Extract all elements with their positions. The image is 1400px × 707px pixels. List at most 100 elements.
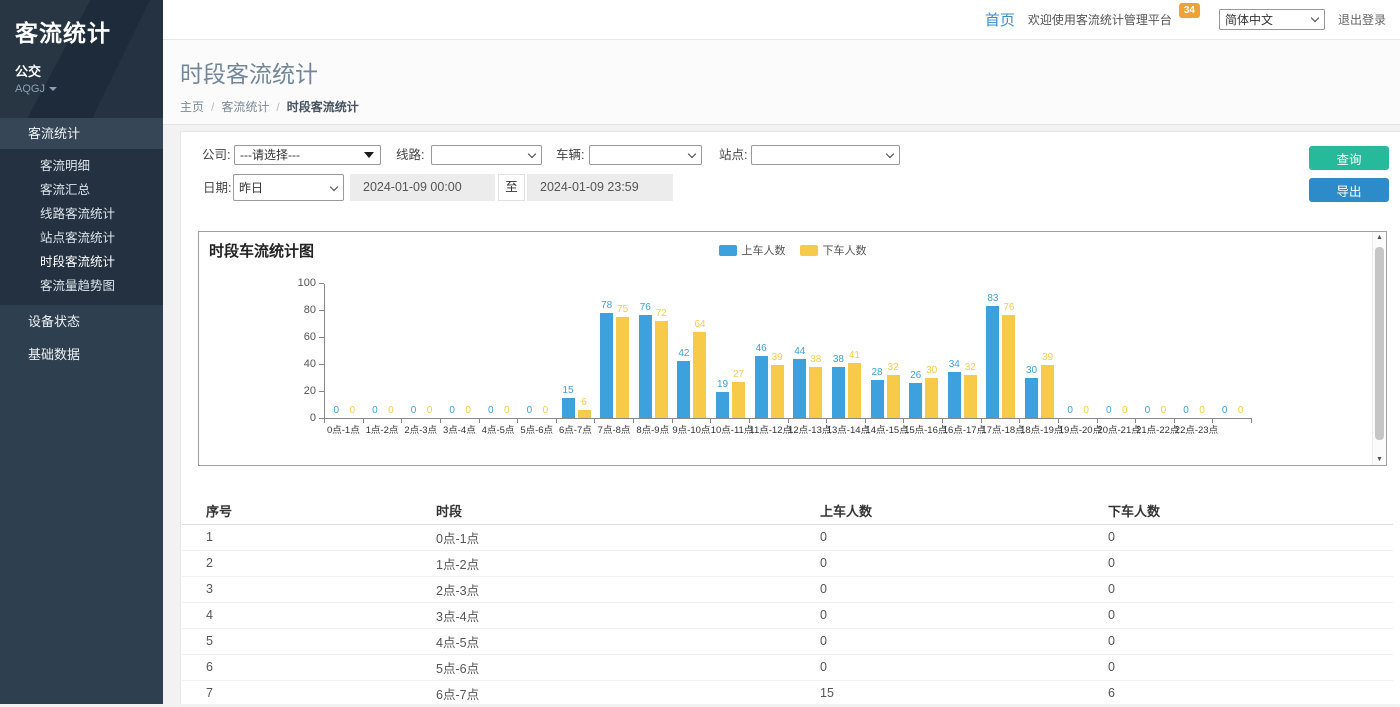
scroll-down-arrow-icon[interactable]: ▼ xyxy=(1373,456,1386,463)
table-cell: 7 xyxy=(182,680,436,706)
x-tick-label: 14点-15点 xyxy=(865,425,904,436)
bar-value-label: 0 xyxy=(1161,405,1167,416)
bar xyxy=(793,359,806,418)
bar-value-label: 0 xyxy=(1145,405,1151,416)
bar-value-label: 15 xyxy=(563,385,574,396)
x-tick-mark xyxy=(866,419,905,423)
bar xyxy=(1041,365,1054,418)
sidebar-item-line-stats[interactable]: 线路客流统计 xyxy=(0,202,163,226)
x-tick-label: 12点-13点 xyxy=(788,425,827,436)
date-range-select[interactable]: 昨日 xyxy=(233,174,344,201)
x-tick-label: 18点-19点 xyxy=(1020,425,1059,436)
home-link[interactable]: 首页 xyxy=(985,9,1015,30)
bar-column: 30 xyxy=(925,365,938,419)
y-tick-mark xyxy=(319,418,324,419)
x-tick-label: 4点-5点 xyxy=(479,425,518,436)
bar-column: 0 xyxy=(1157,405,1170,418)
table-cell: 6点-7点 xyxy=(436,680,820,706)
x-tick-mark xyxy=(827,419,866,423)
station-select[interactable] xyxy=(751,145,900,165)
bar-column: 38 xyxy=(832,354,845,418)
sidebar-item-passenger-detail[interactable]: 客流明细 xyxy=(0,154,163,178)
table-cell: 1点-2点 xyxy=(436,550,820,576)
bar xyxy=(986,306,999,418)
sidebar-item-period-stats[interactable]: 时段客流统计 xyxy=(0,250,163,274)
bar-column: 72 xyxy=(655,308,668,418)
sidebar-item-basic-data[interactable]: 基础数据 xyxy=(0,338,163,371)
line-select[interactable] xyxy=(431,145,542,165)
scroll-up-arrow-icon[interactable]: ▲ xyxy=(1373,234,1386,241)
bar-value-label: 0 xyxy=(350,405,356,416)
table-cell: 1 xyxy=(182,524,436,550)
bar xyxy=(716,392,729,418)
bar xyxy=(616,317,629,418)
bar xyxy=(848,363,861,418)
sidebar-item-station-stats[interactable]: 站点客流统计 xyxy=(0,226,163,250)
table-row: 32点-3点00 xyxy=(182,576,1393,602)
bar-column: 0 xyxy=(423,405,436,418)
scrollbar-thumb[interactable] xyxy=(1375,247,1384,440)
bar-column: 19 xyxy=(716,379,729,418)
x-tick-mark xyxy=(480,419,519,423)
date-end-input[interactable]: 2024-01-09 23:59 xyxy=(527,174,673,201)
date-range-select-wrap: 昨日 xyxy=(233,174,344,201)
table-cell: 2点-3点 xyxy=(436,576,820,602)
bar-value-label: 0 xyxy=(543,405,549,416)
legend-item-boarding[interactable]: 上车人数 xyxy=(719,242,786,258)
x-tick-mark xyxy=(982,419,1021,423)
x-tick-label: 16点-17点 xyxy=(943,425,982,436)
bar-value-label: 27 xyxy=(733,369,744,380)
sidebar-item-trend-chart[interactable]: 客流量趋势图 xyxy=(0,274,163,298)
bar xyxy=(948,372,961,418)
export-button[interactable]: 导出 xyxy=(1309,178,1389,202)
topbar: 首页 欢迎使用客流统计管理平台 34 简体中文 退出登录 xyxy=(163,0,1400,40)
page-title: 时段客流统计 xyxy=(180,55,1400,89)
bar-value-label: 41 xyxy=(849,350,860,361)
bar-group: 00 xyxy=(1098,284,1137,418)
bar-value-label: 28 xyxy=(872,367,883,378)
bar-column: 83 xyxy=(986,293,999,418)
col-header-boarding: 上车人数 xyxy=(820,498,1108,524)
bar-column: 0 xyxy=(1080,405,1093,418)
bar-value-label: 38 xyxy=(810,354,821,365)
breadcrumb-separator: / xyxy=(211,100,214,114)
bar-value-label: 0 xyxy=(1222,405,1228,416)
table-cell: 3点-4点 xyxy=(436,602,820,628)
y-tick-mark xyxy=(319,337,324,338)
sidebar-item-passenger-summary[interactable]: 客流汇总 xyxy=(0,178,163,202)
breadcrumb-home[interactable]: 主页 xyxy=(180,98,204,115)
bar-group: 00 xyxy=(402,284,441,418)
bar-column: 0 xyxy=(1141,405,1154,418)
table-cell: 0 xyxy=(1108,550,1393,576)
x-tick-mark xyxy=(595,419,634,423)
bar-value-label: 0 xyxy=(1199,405,1205,416)
query-button[interactable]: 查询 xyxy=(1309,146,1389,170)
bar-value-label: 32 xyxy=(888,362,899,373)
bar-value-label: 0 xyxy=(1183,405,1189,416)
bar-column: 64 xyxy=(693,319,706,418)
language-select[interactable]: 简体中文 xyxy=(1219,9,1325,30)
legend-item-alighting[interactable]: 下车人数 xyxy=(800,242,867,258)
company-select[interactable]: ---请选择--- xyxy=(234,145,381,165)
vehicle-select[interactable] xyxy=(589,145,702,165)
org-code-dropdown[interactable]: AQGJ xyxy=(15,83,163,95)
sidebar-item-device-status[interactable]: 设备状态 xyxy=(0,305,163,338)
bar-column: 0 xyxy=(1180,405,1193,418)
date-start-input[interactable]: 2024-01-09 00:00 xyxy=(350,174,495,201)
sidebar-section-passenger-stats[interactable]: 客流统计 xyxy=(0,118,163,149)
bar-column: 0 xyxy=(330,405,343,418)
bar xyxy=(964,375,977,418)
x-tick-label: 5点-6点 xyxy=(517,425,556,436)
table-row: 76点-7点156 xyxy=(182,680,1393,706)
x-tick-mark xyxy=(1175,419,1214,423)
bar-column: 41 xyxy=(848,350,861,418)
logout-link[interactable]: 退出登录 xyxy=(1338,11,1386,28)
bar-group: 156 xyxy=(557,284,596,418)
breadcrumb-current: 时段客流统计 xyxy=(287,98,359,115)
table-cell: 0 xyxy=(1108,576,1393,602)
bar-group: 3432 xyxy=(943,284,982,418)
bar-value-label: 0 xyxy=(334,405,340,416)
breadcrumb-passenger-stats[interactable]: 客流统计 xyxy=(221,98,269,115)
x-tick-mark xyxy=(943,419,982,423)
x-tick-label: 6点-7点 xyxy=(556,425,595,436)
